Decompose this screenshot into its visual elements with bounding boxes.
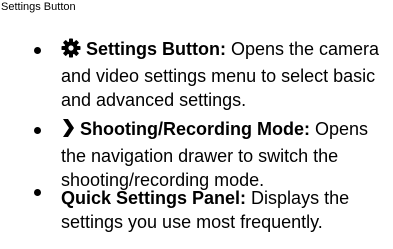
item-term: Quick Settings Panel: [61, 188, 247, 208]
bullet-dot [34, 47, 41, 54]
chevron-right-icon [61, 118, 75, 144]
bullet-dot [34, 127, 41, 134]
bullet-dot [34, 189, 41, 196]
list-item-text: Quick Settings Panel: Displays the setti… [61, 186, 386, 234]
list-item-text: Shooting/Recording Mode: Opens the navig… [61, 117, 386, 192]
item-term: Settings Button: [86, 39, 226, 59]
item-term: Shooting/Recording Mode: [80, 119, 310, 139]
gear-icon [61, 38, 81, 64]
feature-list: Settings Button: Opens the camera and vi… [0, 0, 393, 249]
list-item-text: Settings Button: Opens the camera and vi… [61, 37, 386, 112]
